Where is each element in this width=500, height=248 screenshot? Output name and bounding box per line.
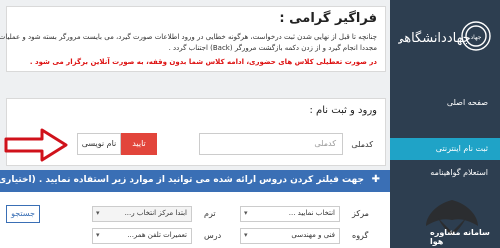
group-select[interactable]: فنی و مهندسی ▾ xyxy=(240,228,340,244)
term-select-value: ابتدا مرکز انتخاب ر... xyxy=(124,209,187,217)
chevron-down-icon: ▾ xyxy=(96,209,100,217)
register-button[interactable]: نام نویسی xyxy=(77,133,121,155)
national-code-label: کدملی xyxy=(351,140,373,149)
filter-header-text: جهت فیلتر کردن دروس ارائه شده می توانید … xyxy=(0,175,364,185)
sidebar-item-home[interactable]: صفحه اصلی xyxy=(390,92,500,114)
chevron-down-icon: ▾ xyxy=(96,231,100,239)
term-select[interactable]: ابتدا مرکز انتخاب ر... ▾ xyxy=(92,206,192,222)
confirm-button[interactable]: تایید xyxy=(121,133,157,155)
notice-line-1: چنانچه تا قبل از نهایی شدن ثبت درخواست، … xyxy=(0,33,377,41)
notice-title: فراگیر گرامی : xyxy=(279,11,377,26)
puzzle-icon: ✚ xyxy=(371,174,380,185)
center-select[interactable]: انتخاب نمایید ... ▾ xyxy=(240,206,340,222)
main-content: فراگیر گرامی : چنانچه تا قبل از نهایی شد… xyxy=(0,0,390,248)
center-select-value: انتخاب نمایید ... xyxy=(288,209,335,217)
svg-text:جهاددانشگاهی: جهاددانشگاهی xyxy=(398,30,471,46)
filter-panel: ✚ جهت فیلتر کردن دروس ارائه شده می توانی… xyxy=(0,170,390,248)
search-button[interactable]: جستجو xyxy=(6,205,40,223)
watermark-text: سامانه مشاوره هوا xyxy=(430,228,490,246)
login-title: ورود و ثبت نام : xyxy=(309,105,378,116)
course-label: درس xyxy=(204,231,222,240)
sidebar-item-online-registration[interactable]: ثبت نام اینترنتی xyxy=(390,138,500,160)
term-label: ترم xyxy=(204,209,216,218)
course-select-value: تعمیرات تلفن همر... xyxy=(127,231,187,239)
notice-warning: در صورت تعطیلی کلاس های حضوری، ادامه کلا… xyxy=(29,58,377,66)
notice-box: فراگیر گرامی : چنانچه تا قبل از نهایی شد… xyxy=(0,6,386,72)
chevron-down-icon: ▾ xyxy=(244,209,248,217)
course-select[interactable]: تعمیرات تلفن همر... ▾ xyxy=(92,228,192,244)
jahad-daneshgahi-logo: جهاد جهاددانشگاهی xyxy=(398,21,491,51)
national-code-input[interactable]: کدملی xyxy=(199,133,343,155)
chevron-down-icon: ▾ xyxy=(244,231,248,239)
notice-line-2: مجددا انجام گیرد و از زدن دکمه بازگشت مر… xyxy=(168,44,377,52)
group-select-value: فنی و مهندسی xyxy=(291,231,335,239)
group-label: گروه xyxy=(352,231,369,240)
filter-header: ✚ جهت فیلتر کردن دروس ارائه شده می توانی… xyxy=(0,170,390,192)
center-label: مرکز xyxy=(352,209,369,218)
svg-text:جهاد: جهاد xyxy=(471,34,482,41)
sidebar-item-certificate-inquiry[interactable]: استعلام گواهینامه xyxy=(390,162,500,184)
red-arrow-icon xyxy=(4,128,68,162)
